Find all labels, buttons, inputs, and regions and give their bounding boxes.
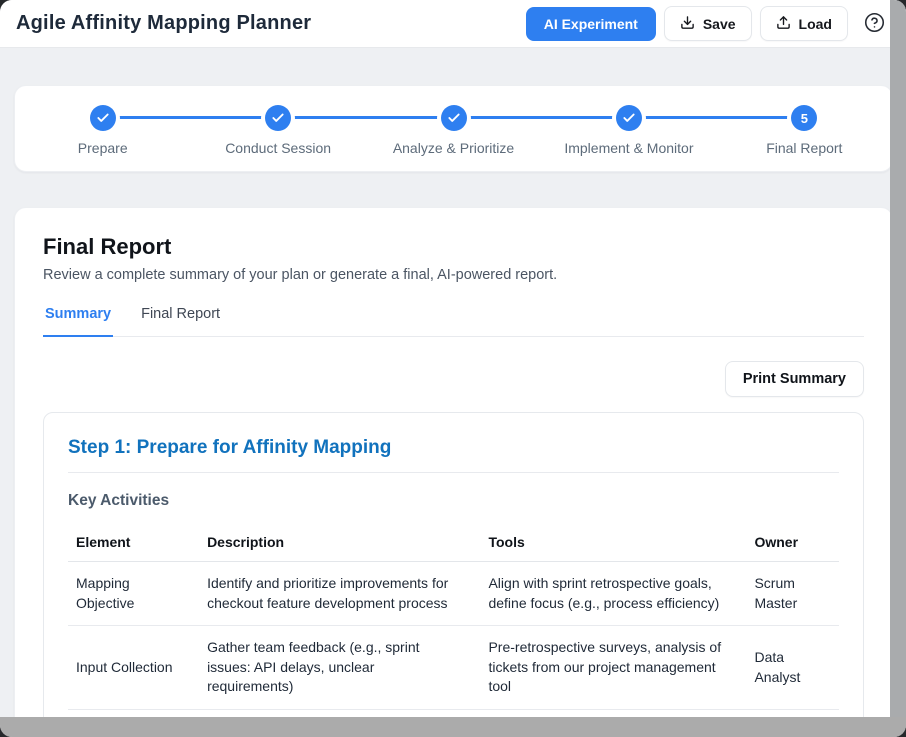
cell-element: Input Collection: [68, 626, 199, 710]
tab-final-report[interactable]: Final Report: [139, 306, 222, 337]
cell-owner: Data Analyst: [746, 626, 839, 710]
print-row: Print Summary: [43, 361, 864, 397]
load-button[interactable]: Load: [760, 6, 848, 41]
tab-bar: Summary Final Report: [43, 306, 864, 337]
column-header: Element: [68, 523, 199, 562]
question-mark-circle-icon: [864, 12, 885, 36]
column-header: Description: [199, 523, 480, 562]
step-label: Implement & Monitor: [564, 140, 693, 156]
page-title: Final Report: [43, 234, 864, 260]
key-activities-title: Key Activities: [68, 492, 839, 510]
save-button[interactable]: Save: [664, 6, 752, 41]
column-header: Tools: [480, 523, 746, 562]
horizontal-scrollbar[interactable]: [0, 717, 906, 737]
stepper-step[interactable]: Prepare: [15, 105, 190, 156]
step-label: Conduct Session: [225, 140, 331, 156]
table-header-row: ElementDescriptionToolsOwner: [68, 523, 839, 562]
main-card: Final Report Review a complete summary o…: [14, 207, 893, 737]
app-title: Agile Affinity Mapping Planner: [16, 12, 311, 35]
print-summary-button[interactable]: Print Summary: [725, 361, 864, 397]
step-check-icon: [441, 105, 467, 131]
step1-section-title: Step 1: Prepare for Affinity Mapping: [68, 437, 839, 473]
help-button[interactable]: [862, 12, 886, 36]
stepper-step[interactable]: Implement & Monitor: [541, 105, 716, 156]
load-label: Load: [799, 17, 832, 31]
step-check-icon: [265, 105, 291, 131]
upload-tray-icon: [776, 15, 791, 32]
cell-tools: Align with sprint retrospective goals, d…: [480, 562, 746, 626]
app-window: Agile Affinity Mapping Planner AI Experi…: [0, 0, 906, 737]
step-number: 5: [791, 105, 817, 131]
table-row: Mapping ObjectiveIdentify and prioritize…: [68, 562, 839, 626]
summary-report-card: Step 1: Prepare for Affinity Mapping Key…: [43, 412, 864, 737]
step-label: Analyze & Prioritize: [393, 140, 514, 156]
cell-description: Identify and prioritize improvements for…: [199, 562, 480, 626]
stepper-step[interactable]: Conduct Session: [190, 105, 365, 156]
table-row: Input CollectionGather team feedback (e.…: [68, 626, 839, 710]
ai-experiment-button[interactable]: AI Experiment: [526, 7, 656, 41]
step-label: Final Report: [766, 140, 842, 156]
save-label: Save: [703, 17, 736, 31]
header-actions: AI Experiment Save Load: [526, 6, 886, 41]
stepper-card: Prepare Conduct Session Analyze & Prioriti…: [14, 85, 893, 172]
stepper-step[interactable]: Analyze & Prioritize: [366, 105, 541, 156]
step-check-icon: [616, 105, 642, 131]
cell-tools: Pre-retrospective surveys, analysis of t…: [480, 626, 746, 710]
download-tray-icon: [680, 15, 695, 32]
page-subtitle: Review a complete summary of your plan o…: [43, 267, 864, 283]
stepper-steps: Prepare Conduct Session Analyze & Prioriti…: [15, 86, 892, 171]
cell-owner: Scrum Master: [746, 562, 839, 626]
cell-description: Gather team feedback (e.g., sprint issue…: [199, 626, 480, 710]
tab-summary[interactable]: Summary: [43, 306, 113, 337]
ai-experiment-label: AI Experiment: [544, 17, 638, 31]
app-header: Agile Affinity Mapping Planner AI Experi…: [0, 0, 906, 48]
key-activities-table: ElementDescriptionToolsOwner Mapping Obj…: [68, 523, 839, 737]
vertical-scrollbar[interactable]: [890, 0, 906, 737]
cell-element: Mapping Objective: [68, 562, 199, 626]
stepper-step[interactable]: 5 Final Report: [717, 105, 892, 156]
step-label: Prepare: [78, 140, 128, 156]
column-header: Owner: [746, 523, 839, 562]
step-check-icon: [90, 105, 116, 131]
